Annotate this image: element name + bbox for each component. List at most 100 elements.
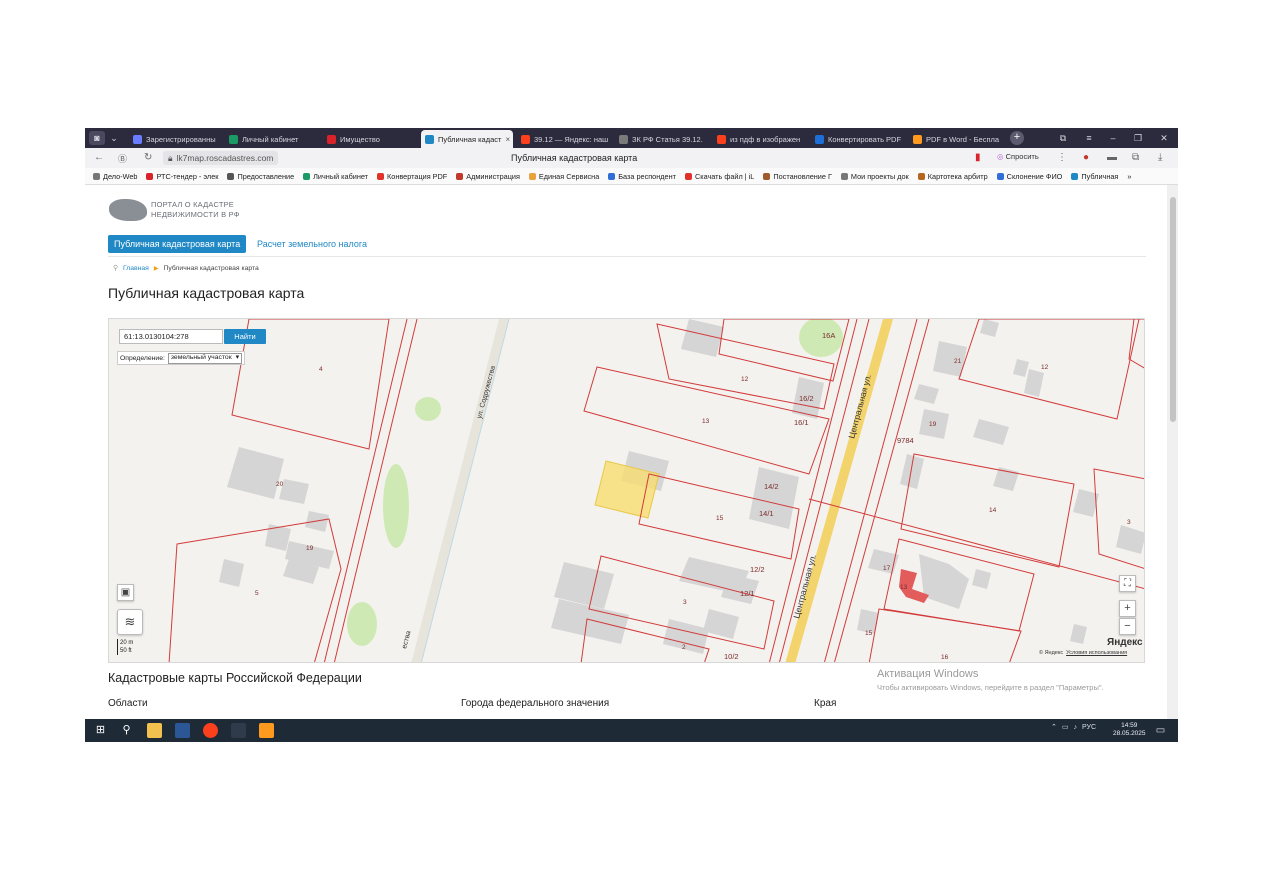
watermark-text: Чтобы активировать Windows, перейдите в … xyxy=(877,683,1104,692)
tab[interactable]: PDF в Word - Беспла xyxy=(909,130,1005,148)
section-heading: Кадастровые карты Российской Федерации xyxy=(108,671,362,685)
bookmark-item[interactable]: Скачать файл | iL xyxy=(684,172,763,181)
ruler-tool-icon[interactable]: ▣ xyxy=(117,584,134,601)
chevron-up-icon[interactable]: ⌃ xyxy=(1051,723,1057,731)
volume-icon[interactable]: ♪ xyxy=(1074,724,1078,731)
convert-icon xyxy=(815,134,824,144)
layers-icon[interactable]: ≋ xyxy=(117,609,143,635)
download-icon[interactable]: ⤓ xyxy=(1158,152,1162,163)
breadcrumb-home[interactable]: Главная xyxy=(123,265,149,272)
main-menu-icon[interactable]: ≡ xyxy=(1083,131,1095,145)
parcel-number-label: 19 xyxy=(929,421,937,428)
copyright-text: © Яндекс xyxy=(1039,650,1064,656)
bookmark-item[interactable]: Дело-Web xyxy=(93,172,146,181)
bookmark-item[interactable]: Картотека арбитр xyxy=(917,172,997,181)
tab[interactable]: Личный кабинет xyxy=(225,130,319,148)
zoom-in-button[interactable]: + xyxy=(1119,600,1136,617)
windows-start-icon[interactable]: ⊞ xyxy=(93,723,108,738)
tab[interactable]: Имущество xyxy=(323,130,417,148)
bookmark-label: РТС-тендер - элек xyxy=(156,171,219,181)
zoom-out-button[interactable]: − xyxy=(1119,618,1136,635)
file-explorer-icon[interactable] xyxy=(147,723,162,738)
notifications-icon[interactable]: ▭ xyxy=(1153,723,1168,738)
url-field[interactable]: 🔒︎ lk7map.roscadastres.com xyxy=(163,151,279,165)
protect-icon[interactable]: ▬ xyxy=(1107,152,1117,163)
find-button[interactable]: Найти xyxy=(224,329,266,344)
site-logo[interactable]: ПОРТАЛ О КАДАСТРЕ НЕДВИЖИМОСТИ В РФ xyxy=(109,199,240,221)
bookmark-item[interactable]: Склонение ФИО xyxy=(996,172,1072,181)
bookmark-label: Дело-Web xyxy=(103,171,138,181)
tab[interactable]: Конвертировать PDF xyxy=(811,130,905,148)
tab[interactable]: ЗК РФ Статья 39.12. xyxy=(615,130,709,148)
bookmarks-more-icon[interactable]: » xyxy=(1127,172,1140,181)
parcel-number-label: 13 xyxy=(900,584,908,591)
bookmark-item[interactable]: Предоставление xyxy=(227,172,303,181)
browser-menu-icon[interactable]: ◙ xyxy=(89,131,105,145)
yandex-browser-icon[interactable] xyxy=(203,723,218,738)
nav-land-tax[interactable]: Расчет земельного налога xyxy=(257,239,367,249)
reader-mode-icon[interactable]: Ⓑ xyxy=(118,152,127,165)
tab[interactable]: 39.12 — Яндекс: наш xyxy=(517,130,611,148)
cadastral-map[interactable]: ул. Содружества Центральная ул. Центральна… xyxy=(108,318,1145,663)
mail-icon[interactable] xyxy=(259,723,274,738)
bookmark-item[interactable]: Постановление Г xyxy=(763,172,841,181)
minimize-button[interactable]: – xyxy=(1107,131,1119,145)
more-icon[interactable]: ⋮ xyxy=(1057,152,1067,163)
green-area xyxy=(415,397,441,421)
close-tab-icon[interactable]: × xyxy=(505,135,510,144)
network-icon[interactable]: ▭ xyxy=(1062,723,1069,731)
tab[interactable]: Публичная кадаст × xyxy=(421,130,513,148)
parcel-number-label: 12/2 xyxy=(750,565,765,574)
back-icon[interactable]: ← xyxy=(94,152,104,163)
bookmark-item[interactable]: Личный кабинет xyxy=(303,172,377,181)
new-tab-button[interactable]: + xyxy=(1010,131,1024,145)
page-scrollbar[interactable] xyxy=(1167,185,1178,719)
fullscreen-button[interactable]: ⛶ xyxy=(1119,575,1136,592)
map-canvas[interactable]: ул. Содружества Центральная ул.Центральна… xyxy=(109,319,1145,663)
nav-public-map[interactable]: Публичная кадастровая карта xyxy=(108,235,247,253)
extension-icon[interactable]: ● xyxy=(1083,152,1089,163)
bookmark-item[interactable]: Публичная xyxy=(1071,172,1127,181)
definition-select[interactable]: земельный участок ▾ xyxy=(167,352,243,364)
bookmark-icon[interactable]: ▮ xyxy=(975,152,981,163)
collections-icon[interactable]: ⧉ xyxy=(1057,131,1069,145)
language-indicator[interactable]: РУС xyxy=(1082,724,1096,731)
definition-label: Определение: xyxy=(120,354,165,362)
tab-label: ЗК РФ Статья 39.12. xyxy=(632,134,703,144)
cadastral-number-input[interactable]: 61:13.0130104:278 xyxy=(119,329,223,344)
parcel-number-label: 17 xyxy=(883,565,891,572)
tab-label: Личный кабинет xyxy=(242,134,299,144)
tab[interactable]: из пдф в изображен xyxy=(713,130,807,148)
breadcrumb-separator-icon: ▶ xyxy=(153,265,159,272)
bookmark-item[interactable]: Мои проекты док xyxy=(840,172,918,181)
ask-button[interactable]: ◎ Спросить xyxy=(997,152,1039,161)
admin-icon xyxy=(456,172,464,180)
bookmark-item[interactable]: РТС-тендер - элек xyxy=(146,172,227,181)
bookmark-item[interactable]: База респондент xyxy=(608,172,685,181)
word-icon[interactable] xyxy=(175,723,190,738)
rosreestr-icon xyxy=(1071,172,1079,180)
bookmarks-bar: Дело-Web РТС-тендер - элек Предоставление Л… xyxy=(85,168,1178,185)
parcel-number-label: 16/1 xyxy=(794,418,809,427)
tab[interactable]: Зарегистрированны xyxy=(129,130,221,148)
parcel-number-label: 9784 xyxy=(897,436,914,445)
gosuslugi-icon xyxy=(229,134,238,144)
terms-link[interactable]: Условия использования xyxy=(1066,650,1127,656)
scrollbar-thumb[interactable] xyxy=(1170,197,1176,422)
url-text: lk7map.roscadastres.com xyxy=(176,153,274,163)
logo-line2: НЕДВИЖИМОСТИ В РФ xyxy=(151,210,240,219)
restore-button[interactable]: ❐ xyxy=(1132,131,1144,145)
bookmark-item[interactable]: Администрация xyxy=(456,172,529,181)
column-regions: Области xyxy=(108,698,148,709)
reload-icon[interactable]: ↻ xyxy=(144,152,152,163)
cryptopro-icon[interactable] xyxy=(231,723,246,738)
chevron-down-icon[interactable]: ⌄ xyxy=(109,131,119,145)
sidebar-icon[interactable]: ⧉ xyxy=(1132,152,1139,163)
search-icon[interactable]: ⚲ xyxy=(119,723,134,738)
parcel-number-label: 14/2 xyxy=(764,482,779,491)
bookmark-item[interactable]: Единая Сервисна xyxy=(528,171,608,181)
bookmark-label: Единая Сервисна xyxy=(538,171,600,181)
bookmark-item[interactable]: Конвертация PDF xyxy=(377,172,456,181)
clock[interactable]: 14:59 28.05.2025 xyxy=(1113,722,1146,738)
close-window-button[interactable]: ✕ xyxy=(1158,131,1170,145)
